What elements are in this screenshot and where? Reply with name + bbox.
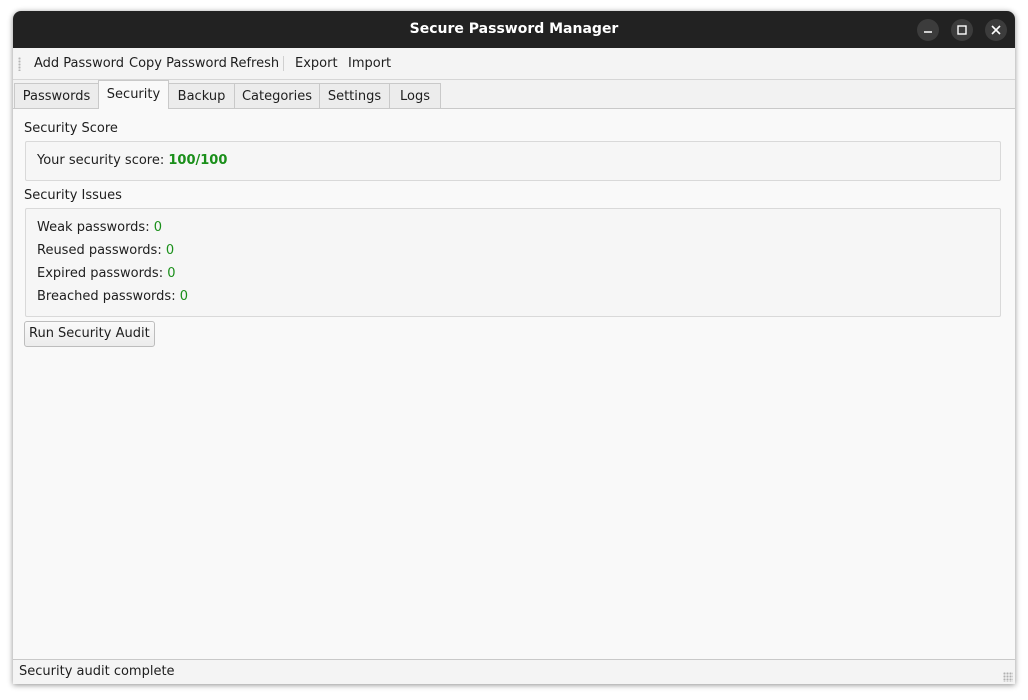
tab-categories[interactable]: Categories (234, 83, 320, 108)
tab-bar: Passwords Security Backup Categories Set… (13, 80, 1015, 109)
weak-passwords-label: Weak passwords: (37, 220, 150, 235)
security-score-value: 100/100 (168, 153, 228, 168)
breached-passwords-count: 0 (179, 289, 189, 304)
add-password-button[interactable]: Add Password (27, 48, 131, 79)
breached-passwords-label: Breached passwords: (37, 289, 176, 304)
app-window: Secure Password Manager Add Password Cop… (13, 11, 1015, 684)
refresh-button[interactable]: Refresh (223, 48, 286, 79)
expired-passwords-label: Expired passwords: (37, 266, 164, 281)
run-security-audit-button[interactable]: Run Security Audit (24, 321, 155, 347)
copy-password-button[interactable]: Copy Password (122, 48, 234, 79)
security-score-group: Your security score: 100/100 (25, 141, 1001, 181)
tab-security[interactable]: Security (98, 80, 169, 109)
security-issues-title: Security Issues (24, 188, 122, 203)
reused-passwords-count: 0 (165, 243, 175, 258)
toolbar-separator (283, 56, 284, 71)
security-issues-group: Weak passwords: 0 Reused passwords: 0 Ex… (25, 208, 1001, 317)
window-title: Secure Password Manager (409, 21, 619, 37)
expired-passwords-row: Expired passwords: 0 (37, 266, 176, 281)
maximize-icon (957, 25, 967, 35)
breached-passwords-row: Breached passwords: 0 (37, 289, 188, 304)
status-text: Security audit complete (19, 664, 175, 679)
toolbar: Add Password Copy Password Refresh Expor… (13, 48, 1015, 80)
maximize-button[interactable] (951, 19, 973, 41)
weak-passwords-row: Weak passwords: 0 (37, 220, 162, 235)
security-score-title: Security Score (24, 121, 118, 136)
security-score-label: Your security score: (37, 153, 165, 168)
tab-settings[interactable]: Settings (319, 83, 390, 108)
toolbar-grip-icon[interactable] (18, 57, 21, 71)
tab-logs[interactable]: Logs (389, 83, 441, 108)
title-bar[interactable]: Secure Password Manager (13, 11, 1015, 48)
expired-passwords-count: 0 (167, 266, 176, 281)
tab-backup[interactable]: Backup (168, 83, 235, 108)
tab-passwords[interactable]: Passwords (14, 83, 99, 108)
security-tab-panel: Security Score Your security score: 100/… (13, 108, 1015, 660)
reused-passwords-row: Reused passwords: 0 (37, 243, 174, 258)
status-bar: Security audit complete (13, 659, 1015, 684)
minimize-button[interactable] (917, 19, 939, 41)
reused-passwords-label: Reused passwords: (37, 243, 162, 258)
minimize-icon (924, 31, 932, 33)
weak-passwords-count: 0 (153, 220, 163, 235)
close-icon (991, 25, 1001, 35)
resize-grip-icon[interactable] (1003, 672, 1013, 682)
close-button[interactable] (985, 19, 1007, 41)
import-button[interactable]: Import (341, 48, 398, 79)
security-score-row: Your security score: 100/100 (37, 153, 227, 168)
export-button[interactable]: Export (288, 48, 345, 79)
